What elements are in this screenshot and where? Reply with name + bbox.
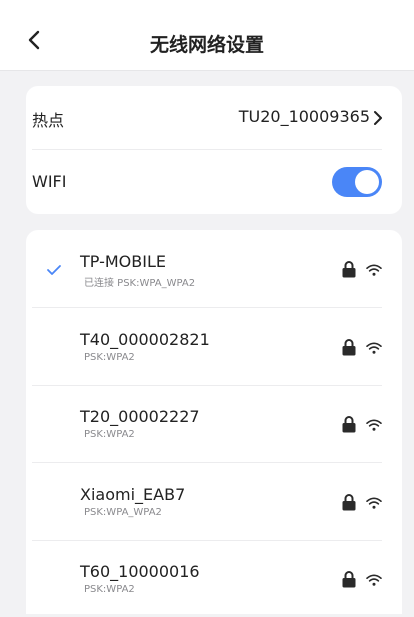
network-item[interactable]: Xiaomi_EAB7 PSK:WPA_WPA2 — [26, 463, 402, 540]
network-status: 已连接 PSK:WPA_WPA2 — [84, 278, 196, 289]
network-status: PSK:WPA2 — [84, 584, 135, 595]
network-item[interactable]: T40_000002821 PSK:WPA2 — [26, 308, 402, 385]
page-title: 无线网络设置 — [149, 34, 264, 56]
lock-icon — [342, 571, 356, 588]
wifi-signal-icon — [366, 342, 382, 354]
hotspot-label: 热点 — [32, 111, 65, 130]
network-status: PSK:WPA_WPA2 — [84, 506, 162, 518]
wifi-toggle[interactable] — [332, 167, 382, 197]
hotspot-value: TU20_10009365 — [238, 107, 370, 126]
settings-card: 热点 TU20_10009365 WIFI — [26, 86, 402, 214]
header: 无线网络设置 — [0, 0, 414, 71]
network-name: Xiaomi_EAB7 — [80, 484, 186, 504]
network-name: T60_10000016 — [80, 562, 200, 581]
network-list: TP-MOBILE 已连接 PSK:WPA_WPA2 T40_000002821 PS… — [26, 230, 402, 614]
hotspot-row[interactable]: 热点 TU20_10009365 — [26, 86, 402, 150]
network-name: T20_00002227 — [80, 407, 200, 426]
network-status: PSK:WPA2 — [84, 351, 135, 363]
chevron-right-icon — [374, 111, 382, 125]
wifi-signal-icon — [366, 419, 382, 431]
network-item[interactable]: T20_00002227 PSK:WPA2 — [26, 385, 402, 462]
network-name: TP-MOBILE — [80, 252, 166, 271]
toggle-knob — [355, 170, 379, 194]
lock-icon — [342, 493, 356, 510]
lock-icon — [342, 416, 356, 433]
wifi-row: WIFI — [26, 150, 402, 214]
network-name: T40_000002821 — [80, 329, 210, 349]
wifi-signal-icon — [366, 264, 382, 276]
wifi-signal-icon — [366, 497, 382, 509]
checkmark-icon — [47, 265, 61, 275]
network-item[interactable]: T60_10000016 PSK:WPA2 — [26, 540, 402, 617]
network-status: PSK:WPA2 — [84, 429, 135, 440]
lock-icon — [342, 261, 356, 278]
network-item[interactable]: TP-MOBILE 已连接 PSK:WPA_WPA2 — [26, 230, 402, 307]
wifi-label: WIFI — [32, 172, 67, 191]
lock-icon — [342, 338, 356, 355]
wifi-signal-icon — [366, 574, 382, 586]
